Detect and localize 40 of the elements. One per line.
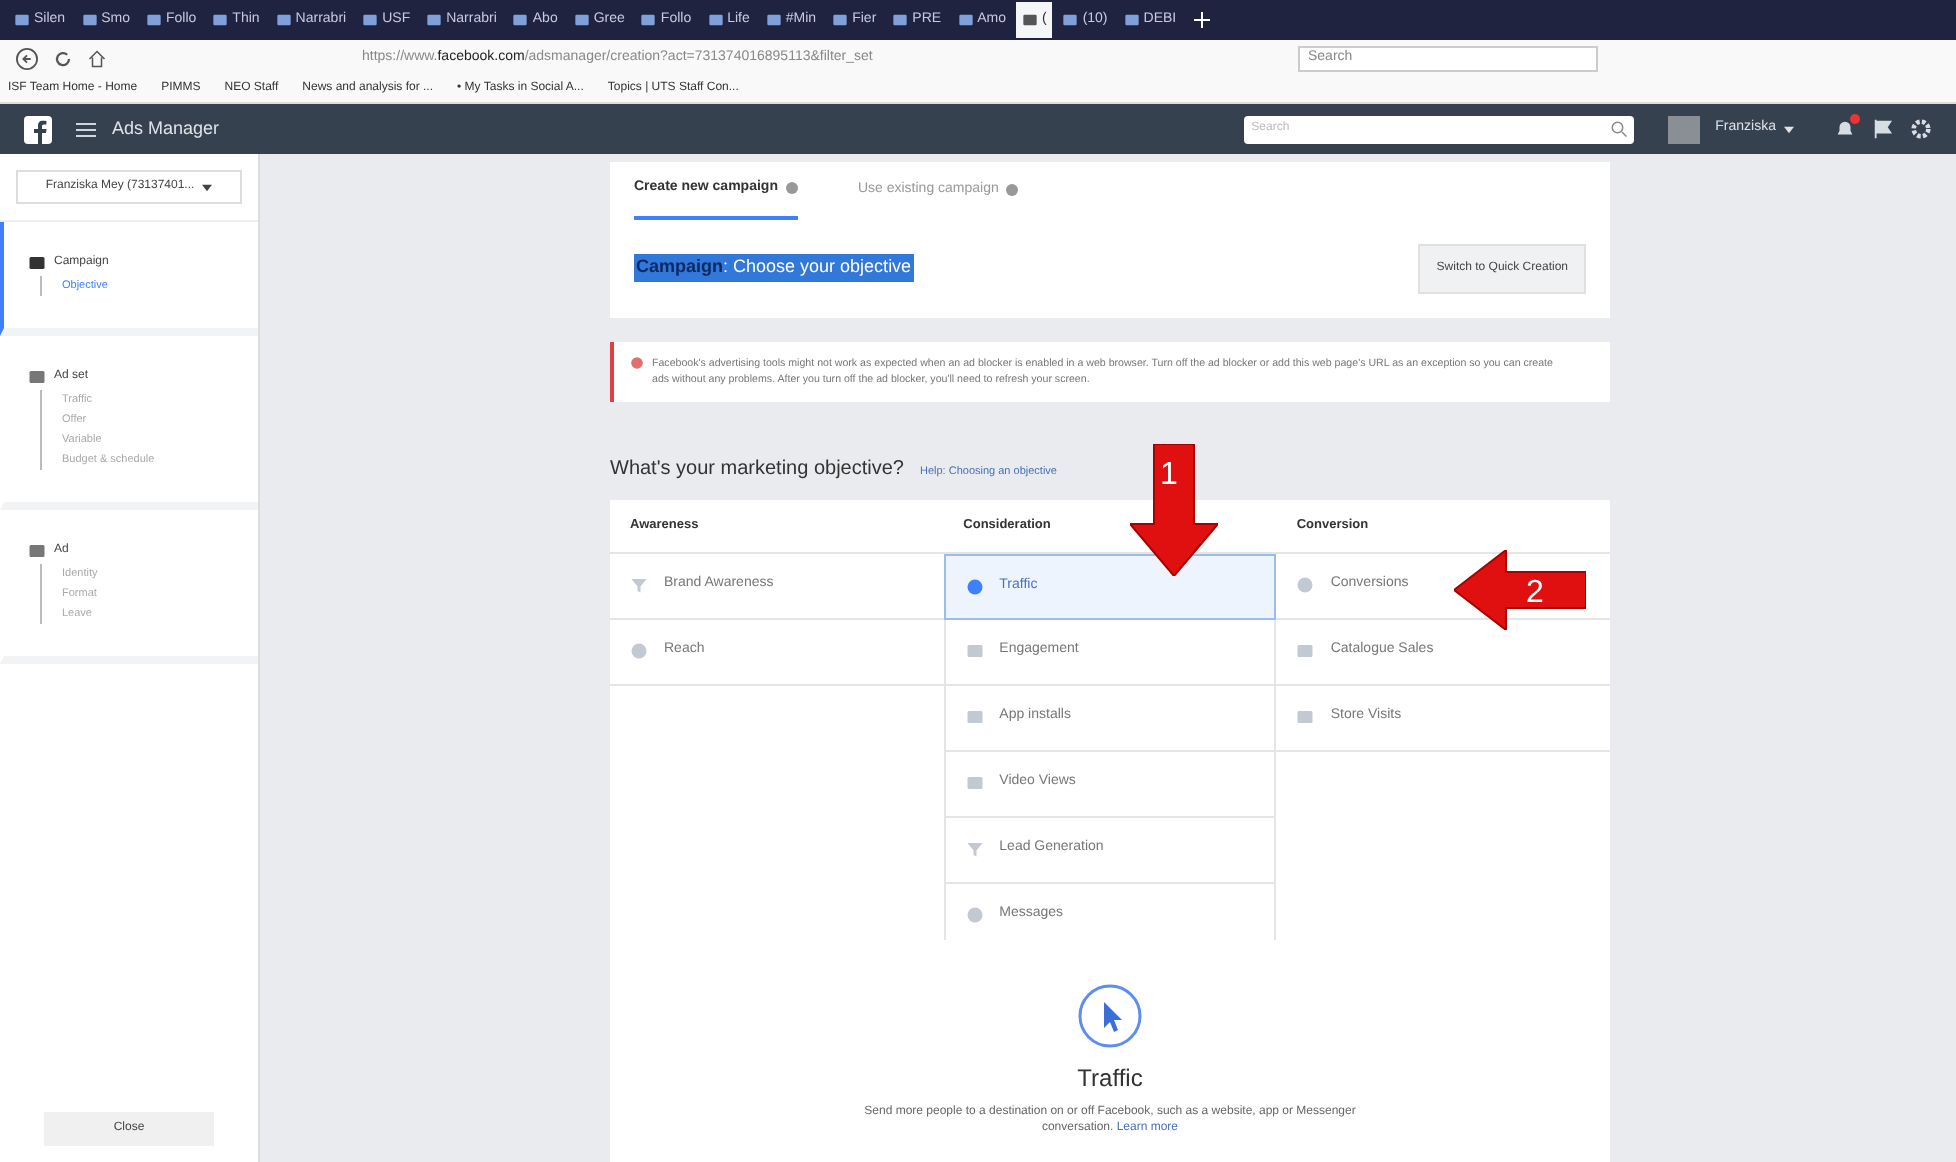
tab-favicon-icon bbox=[426, 12, 443, 28]
flag-icon[interactable] bbox=[1872, 118, 1894, 140]
tab-favicon-icon bbox=[512, 12, 529, 28]
down-arrow-drawing bbox=[1130, 444, 1218, 576]
tab-favicon-icon bbox=[81, 12, 98, 28]
caret-icon bbox=[202, 183, 213, 191]
tab-favicon-icon bbox=[1021, 12, 1038, 28]
logo-icon[interactable] bbox=[24, 115, 52, 143]
search-icon[interactable] bbox=[1609, 120, 1628, 138]
tab-favicon-icon bbox=[275, 12, 292, 28]
tab-favicon-icon bbox=[640, 12, 657, 28]
tab-favicon-icon bbox=[14, 12, 30, 28]
tab-favicon-icon bbox=[765, 12, 782, 28]
tab-favicon-icon bbox=[957, 12, 974, 28]
step-number: 1 bbox=[1160, 456, 1178, 496]
tab-favicon-icon bbox=[1123, 12, 1140, 28]
reload-icon[interactable] bbox=[54, 49, 72, 67]
step-number: 2 bbox=[1526, 574, 1544, 614]
campaign-heading: Campaign: Choose your objective bbox=[634, 254, 914, 282]
tab-favicon-icon bbox=[212, 12, 229, 28]
user-avatar bbox=[1667, 115, 1700, 143]
menu-icon[interactable] bbox=[76, 121, 96, 137]
app-title: Ads Manager bbox=[112, 115, 220, 142]
cursor-icon bbox=[1078, 983, 1142, 1047]
new-tab-icon[interactable] bbox=[1194, 12, 1211, 28]
tab-favicon-icon bbox=[145, 12, 162, 28]
tab-favicon-icon bbox=[573, 12, 590, 28]
tab-favicon-icon bbox=[707, 12, 724, 28]
caret-icon[interactable] bbox=[1784, 125, 1794, 133]
tab-favicon-icon bbox=[832, 12, 849, 28]
bell-icon[interactable] bbox=[1834, 118, 1856, 140]
left-arrow-drawing bbox=[1454, 550, 1586, 630]
back-icon[interactable] bbox=[16, 47, 38, 69]
tab-favicon-icon bbox=[1062, 12, 1079, 28]
objective-title: What's your marketing objective? bbox=[610, 455, 904, 483]
detail-title: Traffic bbox=[1077, 1061, 1143, 1095]
home-icon[interactable] bbox=[88, 49, 106, 67]
tab-favicon-icon bbox=[362, 12, 379, 28]
filter-icon bbox=[965, 840, 984, 858]
tab-favicon-icon bbox=[892, 12, 909, 28]
